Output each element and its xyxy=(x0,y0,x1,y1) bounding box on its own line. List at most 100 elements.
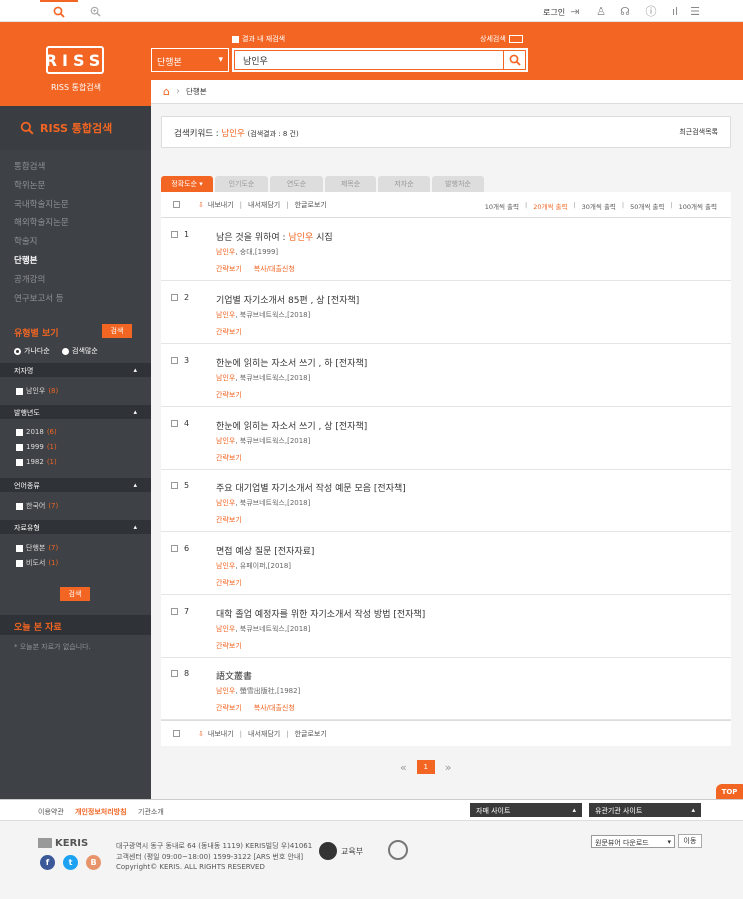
prev-page-button[interactable]: « xyxy=(400,761,407,774)
per-page-20[interactable]: 20개씩 출력 xyxy=(533,201,567,211)
per-page-30[interactable]: 30개씩 출력 xyxy=(582,201,616,211)
save-library-button[interactable]: 내서재담기 xyxy=(248,729,280,739)
result-title[interactable]: 한눈에 읽히는 자소서 쓰기 , 상 [전자책] xyxy=(216,419,367,432)
search-within-checkbox[interactable]: 결과 내 재검색 xyxy=(232,34,285,44)
sort-tab-year[interactable]: 연도순 xyxy=(270,176,323,192)
brief-view-button[interactable]: 간략보기 xyxy=(216,390,242,400)
copy-loan-button[interactable]: 복사/대출신청 xyxy=(254,264,295,274)
result-checkbox[interactable] xyxy=(171,294,178,301)
sidebar-item-all[interactable]: 통합검색 xyxy=(14,160,45,172)
filter-search-button[interactable]: 검색 xyxy=(60,587,90,601)
go-button[interactable]: 이동 xyxy=(678,834,702,848)
per-page-100[interactable]: 100개씩 출력 xyxy=(679,201,717,211)
radio-alpha[interactable]: 가나다순 xyxy=(14,346,50,356)
result-author[interactable]: 남인우 xyxy=(216,311,235,319)
breadcrumb-current[interactable]: 단행본 xyxy=(186,86,207,97)
export-button[interactable]: ⇩ 내보내기 xyxy=(198,729,234,739)
result-title[interactable]: 語文叢書 xyxy=(216,669,252,682)
filter-head-year[interactable]: 발행년도 ▴ xyxy=(0,405,151,419)
result-author[interactable]: 남인우 xyxy=(216,248,235,256)
brief-view-button[interactable]: 간략보기 xyxy=(216,703,242,713)
family-site-select[interactable]: 자매 사이트 ▴ xyxy=(470,803,582,817)
login-link[interactable]: 로그인 xyxy=(543,7,565,18)
sort-tab-accuracy[interactable]: 정확도순 ▾ xyxy=(161,176,213,192)
brief-view-button[interactable]: 간략보기 xyxy=(216,453,242,463)
filter-item[interactable]: 한국어 (7) xyxy=(16,501,58,511)
blog-icon[interactable]: B xyxy=(86,855,101,870)
filter-item[interactable]: 비도서 (1) xyxy=(16,558,58,568)
search-input[interactable] xyxy=(234,50,504,70)
sidebar-item-lecture[interactable]: 공개강의 xyxy=(14,273,45,285)
filter-item[interactable]: 단행본 (7) xyxy=(16,543,58,553)
result-checkbox[interactable] xyxy=(171,357,178,364)
result-title[interactable]: 면접 예상 질문 [전자자료] xyxy=(216,544,314,557)
result-title[interactable]: 기업별 자기소개서 85편 , 상 [전자책] xyxy=(216,293,359,306)
tab-zoom[interactable] xyxy=(80,0,110,22)
result-title[interactable]: 대학 졸업 예정자를 위한 자기소개서 작성 방법 [전자책] xyxy=(216,607,425,620)
result-author[interactable]: 남인우 xyxy=(216,437,235,445)
radio-popular[interactable]: 검색많순 xyxy=(62,346,98,356)
select-all-checkbox[interactable] xyxy=(173,201,180,208)
filter-item[interactable]: 1999 (1) xyxy=(16,443,57,451)
filter-head-author[interactable]: 저자명 ▴ xyxy=(0,363,151,377)
sidebar-item-reports[interactable]: 연구보고서 등 xyxy=(14,292,64,304)
headset-icon[interactable]: ☊ xyxy=(618,4,632,18)
brief-view-button[interactable]: 간략보기 xyxy=(216,578,242,588)
brief-view-button[interactable]: 간략보기 xyxy=(216,327,242,337)
sort-tab-title[interactable]: 제목순 xyxy=(325,176,376,192)
advanced-search-link[interactable]: 상세검색 xyxy=(480,34,523,44)
scroll-top-button[interactable]: TOP xyxy=(716,784,743,799)
filter-item[interactable]: 2018 (6) xyxy=(16,428,57,436)
result-checkbox[interactable] xyxy=(171,608,178,615)
riss-logo[interactable]: RISS xyxy=(45,46,104,74)
footer-privacy-link[interactable]: 개인정보처리방침 xyxy=(75,807,127,817)
korean-view-button[interactable]: 한글로보기 xyxy=(295,729,327,739)
brief-view-button[interactable]: 간략보기 xyxy=(216,641,242,651)
sidebar-item-thesis[interactable]: 학위논문 xyxy=(14,179,45,191)
sitemap-icon[interactable]: ☰ xyxy=(688,4,702,18)
brief-view-button[interactable]: 간략보기 xyxy=(216,515,242,525)
result-checkbox[interactable] xyxy=(171,670,178,677)
result-author[interactable]: 남인우 xyxy=(216,687,235,695)
sidebar-item-foreign[interactable]: 해외학술지논문 xyxy=(14,216,69,228)
type-search-button[interactable]: 검색 xyxy=(102,324,132,338)
moe-logo[interactable]: 교육부 xyxy=(319,842,363,860)
related-site-select[interactable]: 유관기관 사이트 ▴ xyxy=(589,803,701,817)
sort-tab-publisher[interactable]: 발행처순 xyxy=(432,176,484,192)
next-page-button[interactable]: » xyxy=(445,761,452,774)
result-author[interactable]: 남인우 xyxy=(216,625,235,633)
select-all-checkbox[interactable] xyxy=(173,730,180,737)
result-checkbox[interactable] xyxy=(171,482,178,489)
filter-head-language[interactable]: 언어종류 ▴ xyxy=(0,478,151,492)
facebook-icon[interactable]: f xyxy=(40,855,55,870)
tab-search[interactable] xyxy=(40,0,78,22)
sidebar-item-books[interactable]: 단행본 xyxy=(14,254,37,266)
page-1-button[interactable]: 1 xyxy=(416,760,435,774)
result-title[interactable]: 주요 대기업별 자기소개서 작성 예문 모음 [전자책] xyxy=(216,481,406,494)
result-checkbox[interactable] xyxy=(171,545,178,552)
user-icon[interactable]: ♙ xyxy=(594,4,608,18)
search-button[interactable] xyxy=(504,50,526,70)
result-author[interactable]: 남인우 xyxy=(216,562,235,570)
sidebar-item-domestic[interactable]: 국내학술지논문 xyxy=(14,198,69,210)
result-author[interactable]: 남인우 xyxy=(216,374,235,382)
recent-search-link[interactable]: 최근검색목록 xyxy=(679,127,718,137)
sort-tab-popular[interactable]: 인기도순 xyxy=(215,176,268,192)
export-button[interactable]: ⇩ 내보내기 xyxy=(198,200,234,210)
per-page-50[interactable]: 50개씩 출력 xyxy=(630,201,664,211)
result-author[interactable]: 남인우 xyxy=(216,499,235,507)
home-icon[interactable]: ⌂ xyxy=(163,85,170,98)
result-title[interactable]: 남은 것을 위하여 : 남인우 시집 xyxy=(216,230,333,243)
per-page-10[interactable]: 10개씩 출력 xyxy=(485,201,519,211)
filter-item[interactable]: 1982 (1) xyxy=(16,458,57,466)
footer-terms-link[interactable]: 이용약관 xyxy=(38,807,64,817)
filter-head-material[interactable]: 자료유형 ▴ xyxy=(0,520,151,534)
twitter-icon[interactable]: t xyxy=(63,855,78,870)
signal-icon[interactable]: ıl xyxy=(668,4,682,18)
type-select[interactable]: 단행본 ▾ xyxy=(151,48,229,72)
download-select[interactable]: 원문뷰어 다운로드 ▾ xyxy=(591,835,675,848)
save-library-button[interactable]: 내서재담기 xyxy=(248,200,280,210)
result-title[interactable]: 한눈에 읽히는 자소서 쓰기 , 하 [전자책] xyxy=(216,356,367,369)
result-checkbox[interactable] xyxy=(171,420,178,427)
footer-about-link[interactable]: 기관소개 xyxy=(138,807,164,817)
